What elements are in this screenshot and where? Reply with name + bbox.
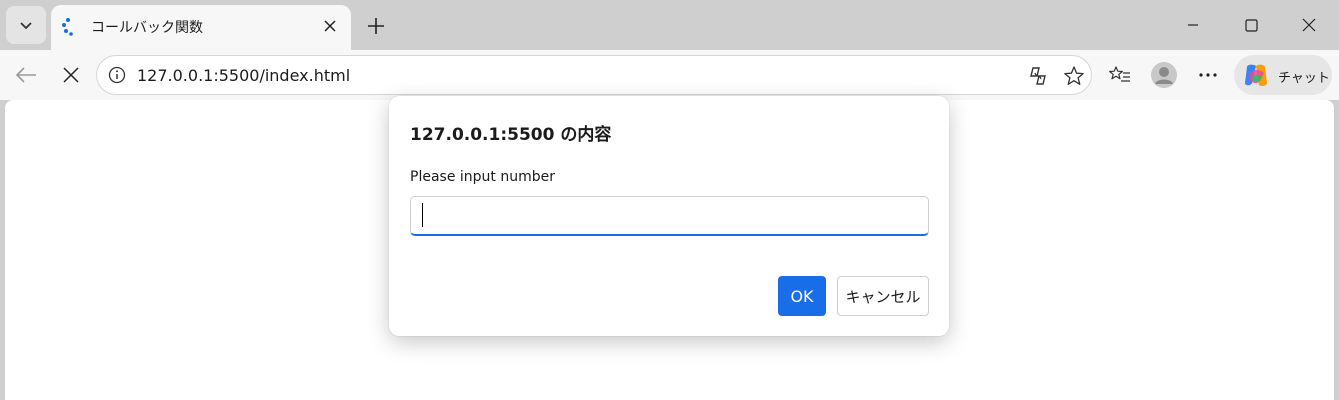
prompt-input[interactable] (410, 196, 929, 236)
stop-loading-icon (63, 67, 79, 83)
chevron-down-icon (20, 22, 32, 30)
ok-button[interactable]: OK (778, 276, 826, 316)
profile-button[interactable] (1148, 59, 1180, 91)
plus-icon (368, 18, 384, 34)
copilot-chat-button[interactable]: チャット (1234, 55, 1332, 95)
star-icon[interactable] (1063, 65, 1085, 87)
back-arrow-icon (15, 67, 36, 83)
close-icon (324, 20, 336, 32)
minimize-icon (1188, 24, 1198, 26)
chat-label: チャット (1278, 71, 1330, 86)
tab-strip: コールバック関数 (0, 0, 1339, 50)
address-bar[interactable]: 127.0.0.1:5500/index.html (96, 55, 1092, 95)
loading-spinner-icon (62, 18, 73, 36)
stop-loading-button[interactable] (55, 59, 87, 91)
prompt-dialog: 127.0.0.1:5500 の内容 Please input number O… (389, 96, 949, 336)
favorites-list-icon (1109, 66, 1130, 82)
dialog-title: 127.0.0.1:5500 の内容 (410, 125, 612, 145)
browser-toolbar: 127.0.0.1:5500/index.html チャット (0, 50, 1339, 100)
more-dots-icon (1199, 73, 1217, 77)
dialog-message: Please input number (410, 169, 555, 185)
maximize-button[interactable] (1234, 10, 1268, 40)
copilot-logo-icon (1245, 64, 1267, 87)
minimize-button[interactable] (1176, 10, 1210, 40)
maximize-icon (1244, 18, 1258, 32)
tab-active[interactable]: コールバック関数 (51, 5, 351, 50)
tab-close-button[interactable] (319, 15, 341, 37)
info-icon[interactable] (108, 66, 126, 84)
url-text[interactable]: 127.0.0.1:5500/index.html (137, 66, 350, 85)
favorites-button[interactable] (1104, 59, 1136, 91)
new-tab-button[interactable] (362, 12, 390, 40)
close-icon (1302, 18, 1316, 32)
text-caret (422, 203, 423, 227)
copilot-icon[interactable] (1027, 65, 1049, 87)
back-button[interactable] (10, 59, 42, 91)
tab-title: コールバック関数 (91, 20, 203, 36)
cancel-button[interactable]: キャンセル (837, 276, 929, 316)
tab-actions-menu-button[interactable] (6, 6, 46, 44)
more-options-button[interactable] (1192, 59, 1224, 91)
window-close-button[interactable] (1292, 10, 1326, 40)
profile-avatar-icon (1151, 62, 1177, 88)
